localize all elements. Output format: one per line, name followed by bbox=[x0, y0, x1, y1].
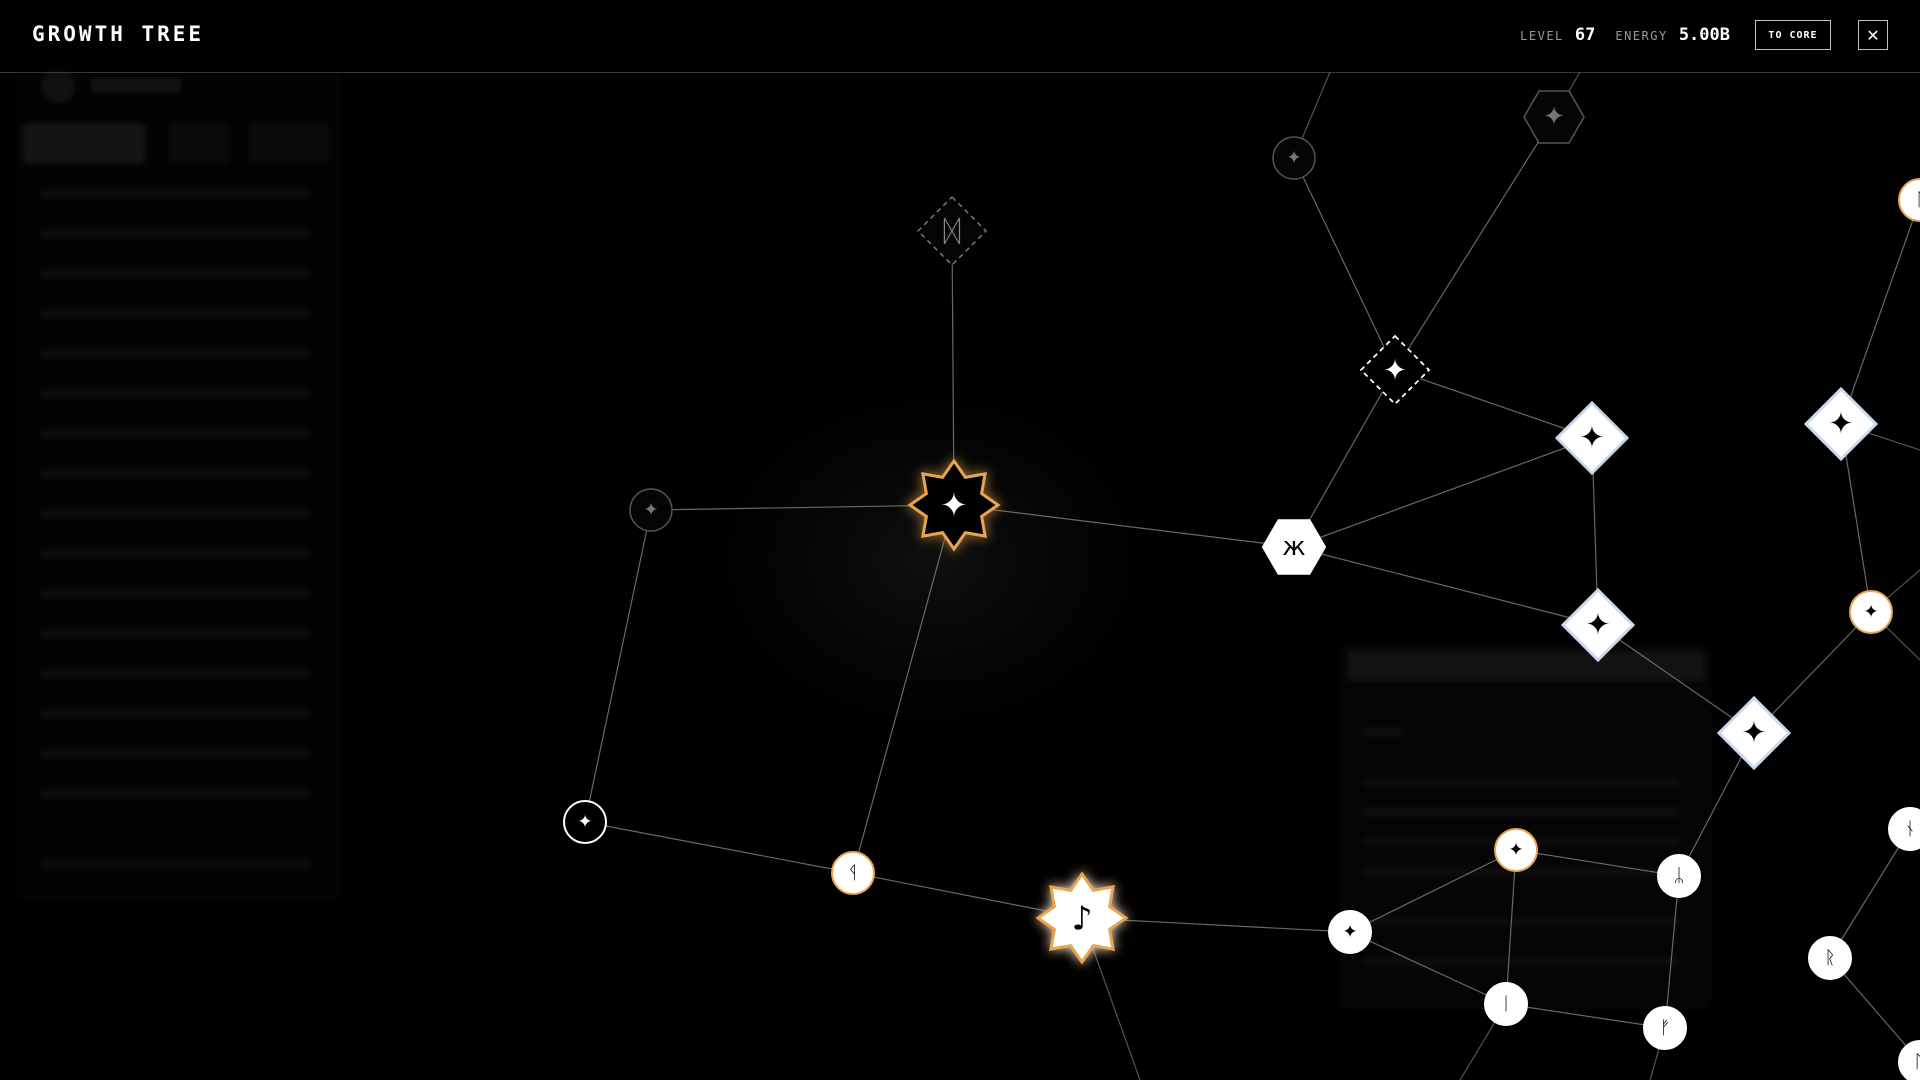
skill-icon: ᛁ bbox=[1501, 994, 1512, 1015]
skill-icon: ᛞ bbox=[943, 214, 960, 248]
tree-edge bbox=[1394, 116, 1555, 371]
skill-node-circle[interactable]: ᛁ bbox=[1484, 982, 1528, 1026]
skill-node-circle[interactable]: ᚠ bbox=[1643, 1006, 1687, 1050]
to-core-button[interactable]: TO CORE bbox=[1755, 20, 1831, 50]
skill-node-circle[interactable]: ✦ bbox=[1272, 136, 1316, 180]
skill-icon: ᚱ bbox=[1825, 948, 1836, 969]
energy-label: ENERGY bbox=[1615, 29, 1668, 43]
skill-icon: ✦ bbox=[1741, 716, 1766, 751]
skill-icon: ✦ bbox=[1585, 608, 1610, 643]
skill-node-circle[interactable]: ✦ bbox=[563, 800, 607, 844]
close-icon: ✕ bbox=[1866, 25, 1880, 45]
skill-node-circle[interactable]: ✦ bbox=[1849, 590, 1893, 634]
skill-icon: ᚢ bbox=[1915, 1052, 1920, 1073]
skill-icon: ✦ bbox=[940, 486, 968, 525]
skill-node-circle[interactable]: ✦ bbox=[1328, 910, 1372, 954]
skill-node-circle[interactable]: ᛦ bbox=[1657, 854, 1701, 898]
skill-node-diamond[interactable]: ᛞ bbox=[916, 195, 988, 267]
skill-node-circle[interactable]: ✦ bbox=[1494, 828, 1538, 872]
skill-icon: ✦ bbox=[1828, 407, 1853, 442]
skill-node-circle[interactable]: ᚢ bbox=[1898, 1040, 1920, 1080]
tree-edge bbox=[852, 504, 955, 874]
tree-nodes: ✦ ✦ ᛞ ✦ ✦ ✦ ж ✦ ✦ ✦ ✦ ✦ ᛩ ♪ ✦ ✦ ᛦ ᛁ ᚠ ✦ ᚱ ᛚ ᚾ ᚢ bbox=[563, 90, 1920, 1080]
level-label: LEVEL bbox=[1520, 29, 1564, 43]
energy-stat: ENERGY 5.00B bbox=[1615, 25, 1730, 45]
close-button[interactable]: ✕ bbox=[1858, 20, 1888, 50]
tree-edge bbox=[1829, 828, 1911, 959]
skill-icon: ✦ bbox=[1342, 922, 1357, 943]
skill-icon: ж bbox=[1282, 532, 1305, 562]
skill-node-circle[interactable]: ✦ bbox=[629, 488, 673, 532]
skill-node-star[interactable]: ♪ bbox=[1035, 871, 1129, 965]
skill-node-circle[interactable]: ᛚ bbox=[1898, 178, 1920, 222]
tree-edge bbox=[1394, 369, 1593, 439]
skill-node-diamond[interactable]: ✦ bbox=[1554, 400, 1630, 476]
tree-edge bbox=[953, 504, 1295, 548]
energy-value: 5.00B bbox=[1678, 25, 1730, 45]
skill-node-circle[interactable]: ᛩ bbox=[831, 851, 875, 895]
level-value: 67 bbox=[1574, 25, 1596, 45]
skill-icon: ✦ bbox=[1543, 102, 1565, 132]
tree-edge bbox=[1505, 849, 1517, 1005]
tree-edge bbox=[1349, 849, 1517, 933]
skill-icon: ✦ bbox=[1579, 421, 1604, 456]
skill-icon: ᚠ bbox=[1660, 1018, 1671, 1039]
tree-edge bbox=[584, 509, 652, 823]
player-stats: LEVEL 67 ENERGY 5.00B bbox=[1520, 25, 1730, 45]
skill-node-circle[interactable]: ᚾ bbox=[1888, 807, 1920, 851]
tree-edge bbox=[1515, 849, 1680, 877]
tree-edge bbox=[1293, 157, 1396, 371]
skill-node-star[interactable]: ✦ bbox=[907, 458, 1001, 552]
skill-icon: ✦ bbox=[1863, 602, 1878, 623]
skill-node-diamond[interactable]: ✦ bbox=[1560, 587, 1636, 663]
tree-edge bbox=[1840, 199, 1920, 425]
tree-edge bbox=[584, 821, 854, 874]
tree-edge bbox=[1597, 624, 1755, 734]
tree-edge bbox=[1293, 437, 1593, 548]
skill-icon: ✦ bbox=[1383, 353, 1407, 387]
skill-icon: ᛚ bbox=[1915, 190, 1920, 211]
skill-icon: ♪ bbox=[1071, 899, 1092, 938]
skill-node-diamond[interactable]: ✦ bbox=[1359, 334, 1431, 406]
skill-node-circle[interactable]: ᚱ bbox=[1808, 936, 1852, 980]
skill-icon: ✦ bbox=[1286, 148, 1301, 169]
skill-icon: ✦ bbox=[643, 500, 658, 521]
skill-icon: ✦ bbox=[1508, 840, 1523, 861]
tree-edge bbox=[1664, 875, 1680, 1029]
skill-icon: ✦ bbox=[577, 812, 592, 833]
top-bar: GROWTH TREE LEVEL 67 ENERGY 5.00B TO COR… bbox=[0, 0, 1920, 73]
tree-edge bbox=[1505, 1003, 1666, 1029]
skill-icon: ᛩ bbox=[848, 863, 859, 884]
page-title: GROWTH TREE bbox=[32, 22, 205, 46]
skill-node-hexagon[interactable]: ж bbox=[1261, 519, 1327, 575]
skill-icon: ᛦ bbox=[1674, 866, 1685, 887]
level-stat: LEVEL 67 bbox=[1520, 25, 1595, 45]
tree-edge bbox=[1293, 546, 1599, 626]
tree-edge bbox=[1349, 931, 1507, 1005]
skill-node-hexagon[interactable]: ✦ bbox=[1523, 90, 1585, 144]
skill-icon: ᚾ bbox=[1905, 819, 1916, 840]
tree-edges bbox=[584, 71, 1920, 1080]
skill-tree-canvas[interactable]: ✦ ✦ ᛞ ✦ ✦ ✦ ж ✦ ✦ ✦ ✦ ✦ ᛩ ♪ ✦ ✦ ᛦ ᛁ ᚠ ✦ ᚱ ᛚ ᚾ ᚢ bbox=[0, 0, 1920, 1080]
skill-node-diamond[interactable]: ✦ bbox=[1803, 386, 1879, 462]
